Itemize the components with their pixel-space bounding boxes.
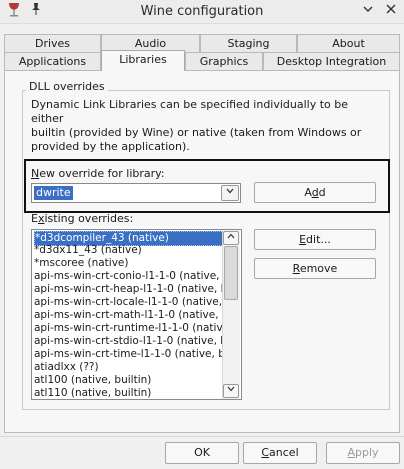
ok-button[interactable]: OK (165, 442, 239, 464)
dll-description: Dynamic Link Libraries can be specified … (31, 98, 383, 154)
tab-drives[interactable]: Drives (4, 34, 101, 52)
list-item[interactable]: atl110 (native, builtin) (34, 387, 224, 399)
tab-graphics[interactable]: Graphics (185, 52, 263, 70)
list-item[interactable]: api-ms-win-crt-time-l1-1-0 (native, buil (34, 348, 224, 361)
list-item[interactable]: api-ms-win-crt-conio-l1-1-0 (native, bui (34, 270, 224, 283)
remove-button[interactable]: Remove (254, 258, 376, 279)
list-item[interactable]: api-ms-win-crt-math-l1-1-0 (native, buil (34, 309, 224, 322)
window-title: Wine configuration (140, 4, 264, 19)
list-item[interactable]: api-ms-win-crt-runtime-l1-1-0 (native, b (34, 322, 224, 335)
cancel-button[interactable]: Cancel (243, 442, 317, 464)
list-item[interactable]: atiadlxx (??) (34, 361, 224, 374)
library-combo-value[interactable]: dwrite (34, 186, 73, 200)
list-item[interactable]: api-ms-win-crt-locale-l1-1-0 (native, bu (34, 296, 224, 309)
list-item[interactable]: atl100 (native, builtin) (34, 374, 224, 387)
tab-staging[interactable]: Staging (200, 34, 297, 52)
chevron-up-icon[interactable] (223, 231, 239, 245)
list-item[interactable]: api-ms-win-crt-heap-l1-1-0 (native, buil (34, 283, 224, 296)
existing-overrides-label: Existing overrides: (31, 212, 134, 225)
scrollbar-thumb[interactable] (224, 246, 238, 300)
tab-desktop-integration[interactable]: Desktop Integration (263, 52, 400, 70)
dll-overrides-title: DLL overrides (26, 80, 108, 93)
edit-button[interactable]: Edit... (254, 229, 376, 250)
footer-divider (0, 436, 404, 437)
apply-button[interactable]: Apply (326, 442, 400, 464)
chevron-down-icon[interactable] (223, 384, 239, 398)
list-item[interactable]: *mscoree (native) (34, 257, 224, 270)
list-item[interactable]: *d3dx11_43 (native) (34, 244, 224, 257)
chevron-down-icon[interactable] (221, 185, 239, 201)
tab-about[interactable]: About (297, 34, 400, 52)
description-line: builtin (provided by Wine) or native (ta… (31, 126, 362, 139)
description-line: Dynamic Link Libraries can be specified … (31, 98, 349, 125)
existing-overrides-list[interactable]: *d3dcompiler_43 (native) *d3dx11_43 (nat… (31, 229, 242, 400)
tab-applications[interactable]: Applications (4, 52, 101, 70)
tab-libraries[interactable]: Libraries (101, 50, 185, 71)
description-line: provided by the application). (31, 140, 190, 153)
chevron-down-icon[interactable] (358, 2, 378, 22)
close-icon[interactable] (381, 2, 401, 22)
new-override-highlight-frame (24, 159, 390, 213)
list-item[interactable]: api-ms-win-crt-stdio-l1-1-0 (native, bui (34, 335, 224, 348)
